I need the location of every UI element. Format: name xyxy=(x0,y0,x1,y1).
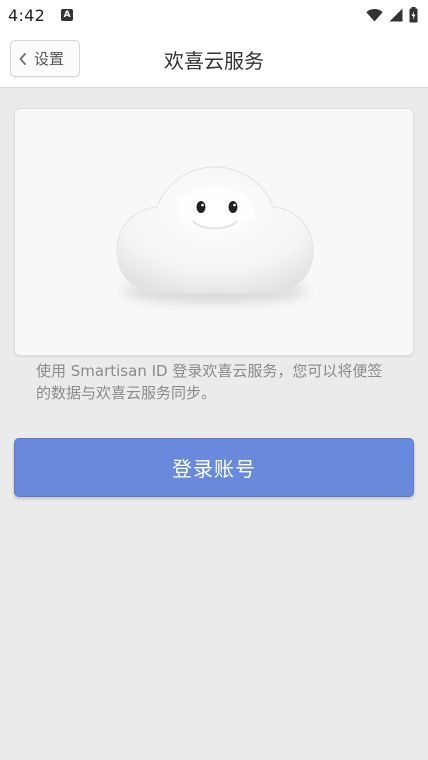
chevron-left-icon xyxy=(18,52,28,66)
battery-icon xyxy=(409,7,418,23)
login-account-button[interactable]: 登录账号 xyxy=(14,438,414,497)
notification-a-icon: A xyxy=(61,9,74,21)
back-button[interactable]: 设置 xyxy=(10,40,80,77)
status-bar: 4:42 A xyxy=(0,0,428,30)
wifi-icon xyxy=(366,8,383,22)
status-time: 4:42 xyxy=(8,5,46,25)
cloud-mascot-icon xyxy=(116,166,314,303)
back-button-label: 设置 xyxy=(34,50,65,68)
title-bar: 设置 欢喜云服务 xyxy=(0,30,428,88)
signal-icon xyxy=(389,8,403,22)
illustration-card xyxy=(14,108,414,356)
status-icons xyxy=(366,7,418,23)
sync-description: 使用 Smartisan ID 登录欢喜云服务，您可以将便签的数据与欢喜云服务同… xyxy=(36,362,383,402)
